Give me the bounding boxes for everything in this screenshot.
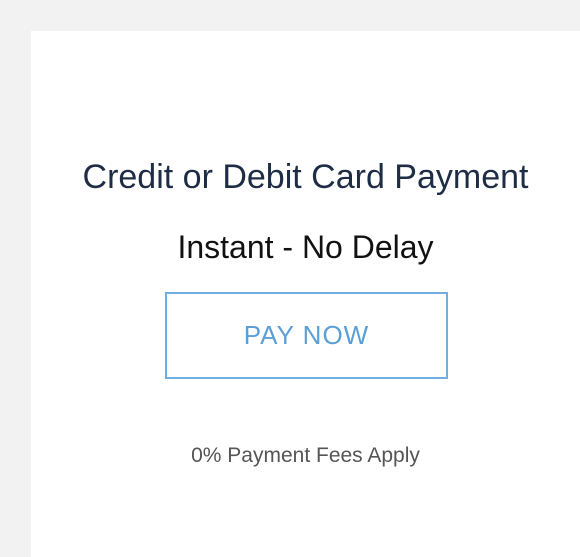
pay-now-button[interactable]: PAY NOW: [165, 292, 448, 379]
payment-fees-note: 0% Payment Fees Apply: [191, 444, 420, 467]
payment-speed-subtitle: Instant - No Delay: [177, 229, 434, 265]
payment-card: Credit or Debit Card Payment Instant - N…: [31, 31, 580, 557]
payment-method-title: Credit or Debit Card Payment: [82, 158, 529, 196]
